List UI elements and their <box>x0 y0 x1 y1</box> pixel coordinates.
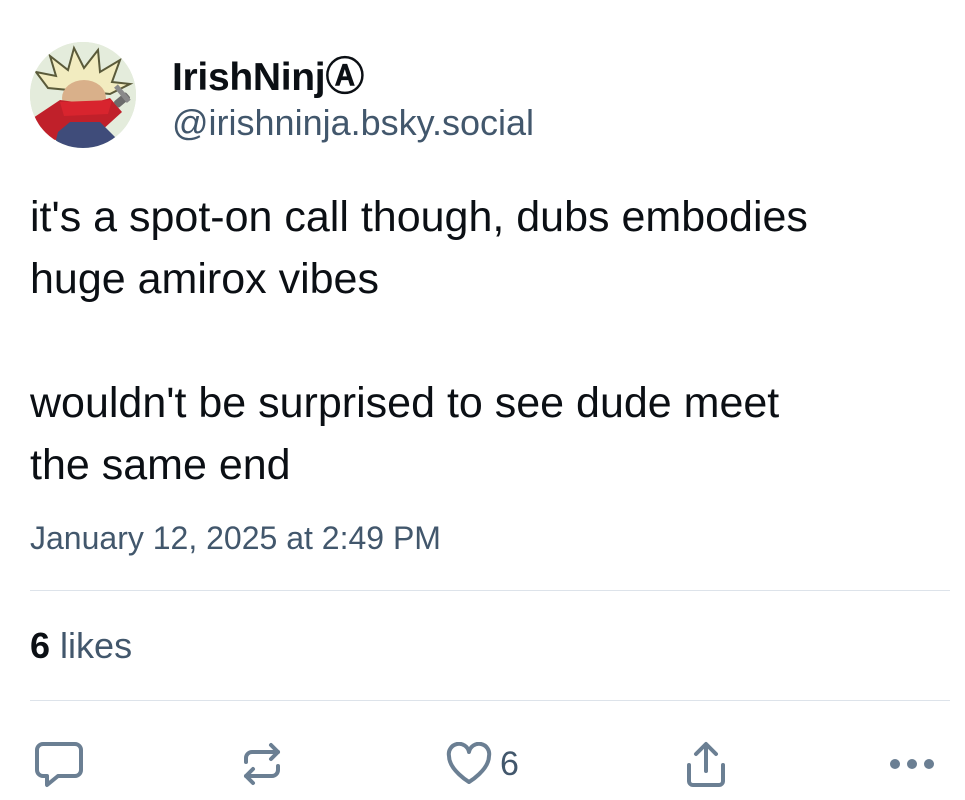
ellipsis-icon <box>890 759 934 769</box>
share-upload-icon <box>687 742 725 787</box>
heart-icon <box>446 742 492 784</box>
post-timestamp: January 12, 2025 at 2:49 PM <box>30 520 441 556</box>
divider <box>30 700 950 701</box>
like-button[interactable]: 6 <box>446 738 519 790</box>
repost-button[interactable] <box>238 738 286 790</box>
author-display-name[interactable]: IrishNinjⒶ <box>172 46 364 102</box>
ninja-avatar-icon <box>30 42 136 148</box>
post-thread-item: IrishNinjⒶ @irishninja.bsky.social it's … <box>0 0 965 800</box>
more-options-button[interactable] <box>888 738 936 790</box>
speech-bubble-icon <box>35 742 83 787</box>
reply-button[interactable] <box>34 738 84 790</box>
author-handle[interactable]: @irishninja.bsky.social <box>172 102 534 144</box>
post-body: it's a spot-on call though, dubs embodie… <box>30 186 950 496</box>
share-button[interactable] <box>684 738 728 790</box>
likes-summary[interactable]: 6 likes <box>30 625 132 667</box>
author-avatar[interactable] <box>30 42 136 148</box>
likes-label: likes <box>60 625 133 666</box>
divider <box>30 590 950 591</box>
post-paragraph: it's a spot-on call though, dubs embodie… <box>30 193 808 303</box>
like-count: 6 <box>500 744 519 783</box>
repost-arrows-icon <box>244 743 280 785</box>
post-paragraph: wouldn't be surprised to see dude meet t… <box>30 379 780 489</box>
likes-count: 6 <box>30 625 51 666</box>
